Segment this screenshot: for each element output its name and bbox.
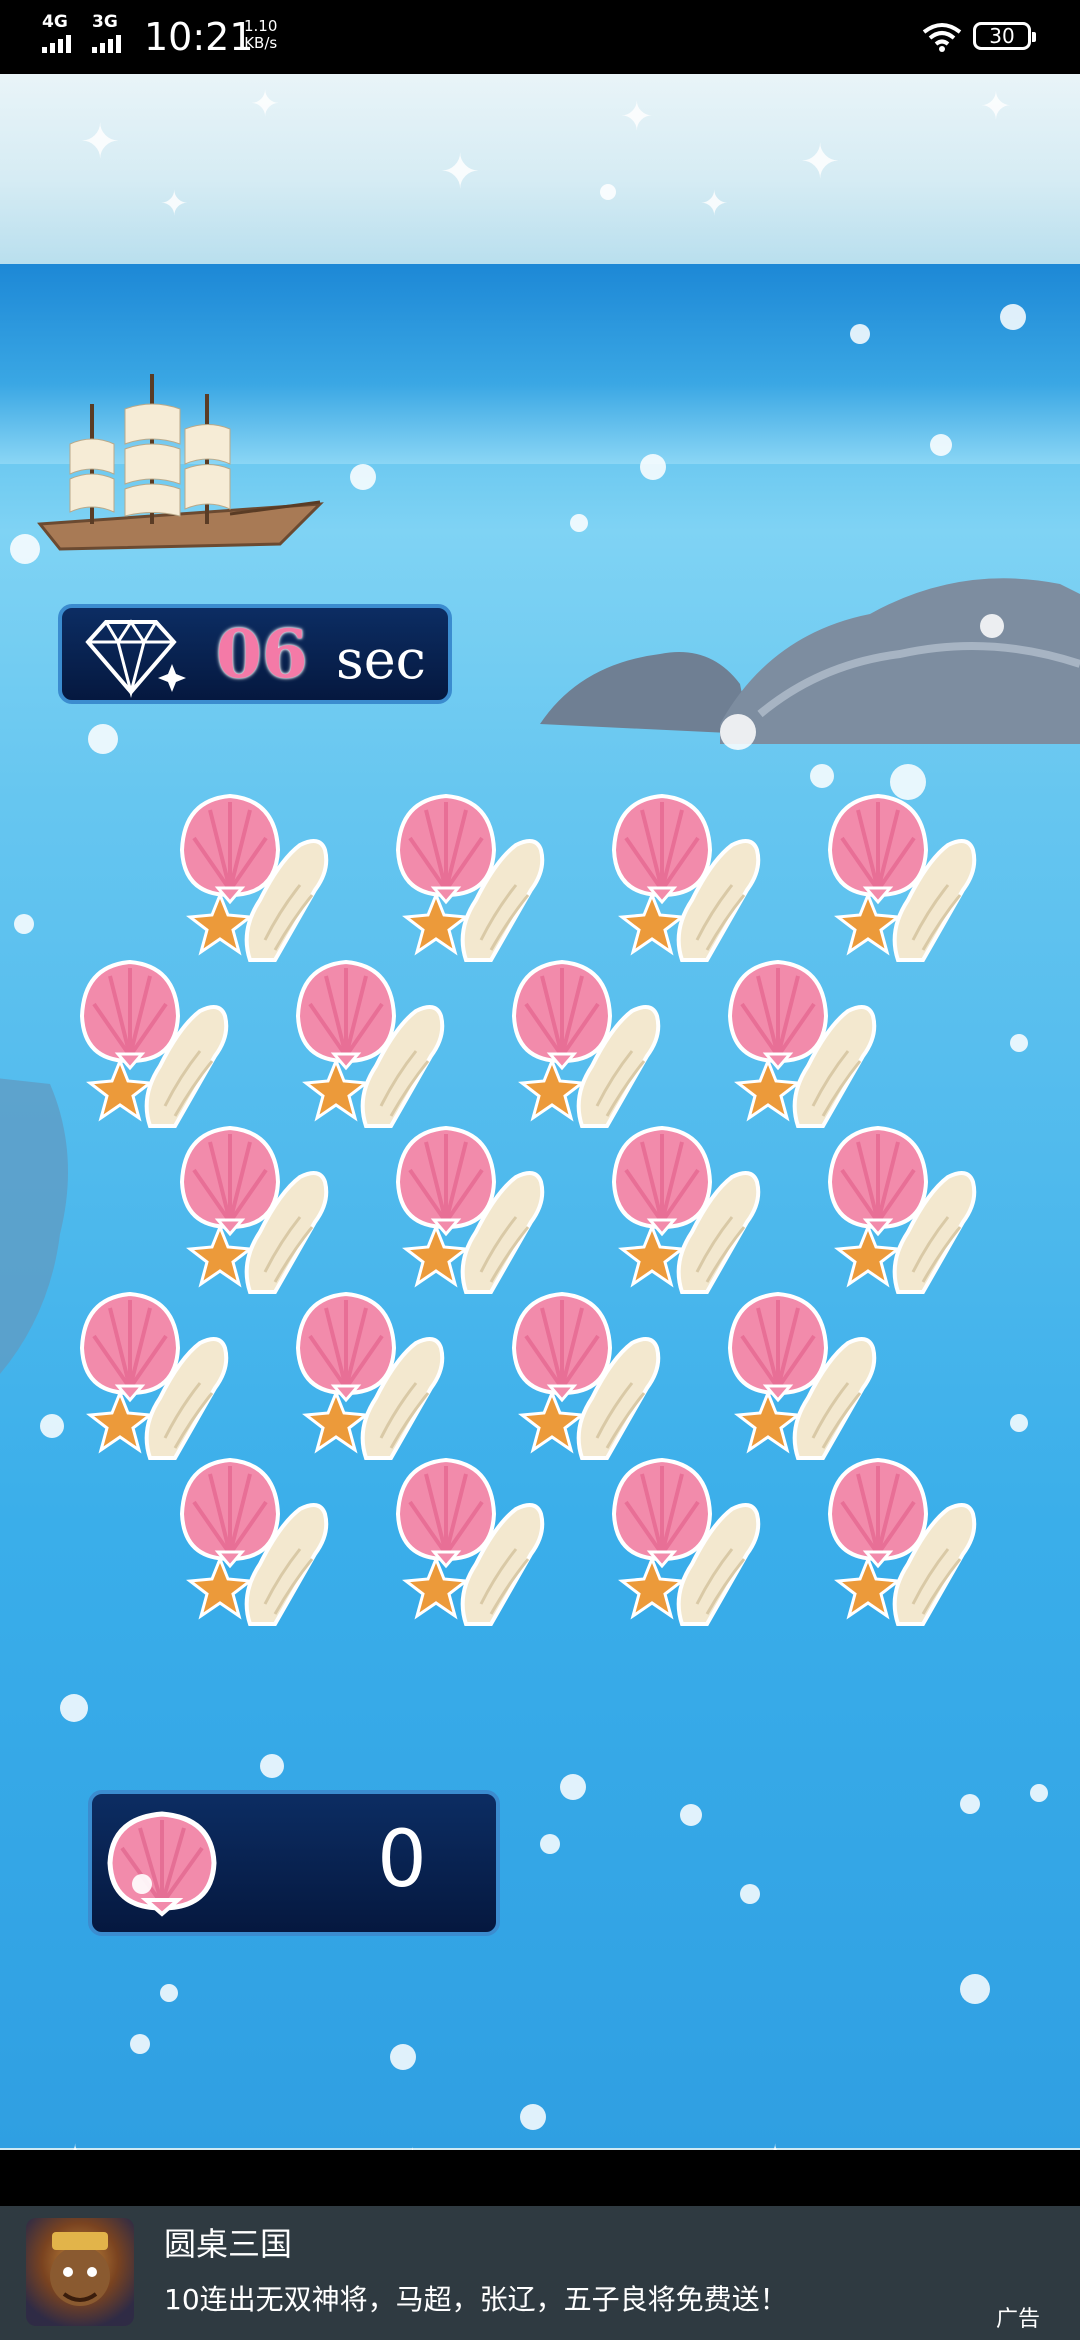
- shell-tile[interactable]: [511, 1288, 662, 1468]
- clock: 10:21: [144, 15, 254, 59]
- sea-rocks: [540, 578, 1080, 744]
- signal-3g-label: 3G: [92, 12, 118, 32]
- shell-tile[interactable]: [295, 1288, 446, 1468]
- shell-tile[interactable]: [511, 956, 662, 1136]
- sparkle-band-top: ✦ ✦ ✦ ✦ ✦ ✦ ✦ ✦: [0, 74, 1080, 264]
- wifi-icon: [922, 23, 962, 52]
- shell-tile[interactable]: [827, 1122, 978, 1302]
- shell-tile[interactable]: [611, 1454, 762, 1634]
- shell-tile[interactable]: [395, 790, 546, 970]
- scallop-shell-icon: [107, 1811, 217, 1917]
- battery-icon: 30: [973, 22, 1036, 50]
- timer-value: 06: [216, 615, 308, 693]
- ad-label: 广告: [996, 2307, 1041, 2332]
- shell-tile[interactable]: [395, 1122, 546, 1302]
- signal-3g: 3G: [92, 14, 121, 53]
- game-board[interactable]: [70, 790, 1030, 1790]
- ad-banner[interactable]: 圆桌三国 10连出无双神将，马超，张辽，五子良将免费送！ 广告: [0, 2206, 1080, 2340]
- ad-title[interactable]: 圆桌三国: [164, 2224, 292, 2264]
- shell-tile[interactable]: [295, 956, 446, 1136]
- signal-4g: 4G: [42, 14, 71, 53]
- signal-4g-label: 4G: [42, 12, 68, 32]
- shell-tile[interactable]: [79, 1288, 230, 1468]
- score-value: 0: [377, 1815, 427, 1905]
- left-cliff: [0, 1078, 68, 1374]
- shell-tile[interactable]: [611, 1122, 762, 1302]
- shell-tile[interactable]: [179, 790, 330, 970]
- sailing-ship: [37, 374, 324, 551]
- ad-app-icon[interactable]: [26, 2218, 134, 2326]
- status-bar: 4G 3G 10:21 1.10 KB/s 30: [0, 0, 1080, 74]
- sparkle-band-bottom: ✦ ✦ ✦: [0, 2138, 1080, 2150]
- shell-tile[interactable]: [395, 1454, 546, 1634]
- shell-tile[interactable]: [827, 1454, 978, 1634]
- shell-tile[interactable]: [727, 956, 878, 1136]
- network-speed-value: 1.10: [244, 17, 278, 35]
- timer-panel: 06 sec: [58, 604, 452, 704]
- signal-bars-icon: [42, 33, 71, 53]
- ad-description[interactable]: 10连出无双神将，马超，张辽，五子良将免费送！: [164, 2280, 788, 2320]
- shell-tile[interactable]: [179, 1122, 330, 1302]
- timer-unit: sec: [336, 628, 426, 691]
- score-panel: 0: [88, 1790, 500, 1936]
- diamond-icon: [85, 619, 186, 698]
- network-speed-unit: KB/s: [244, 34, 278, 52]
- shell-tile[interactable]: [727, 1288, 878, 1468]
- shell-tile[interactable]: [827, 790, 978, 970]
- game-area: ✦ ✦ ✦ ✦ ✦ ✦ ✦ ✦ 06 sec 0: [0, 74, 1080, 2150]
- shell-tile[interactable]: [179, 1454, 330, 1634]
- network-speed: 1.10 KB/s: [244, 18, 277, 52]
- shell-tile[interactable]: [611, 790, 762, 970]
- shell-tile[interactable]: [79, 956, 230, 1136]
- signal-bars-icon: [92, 33, 121, 53]
